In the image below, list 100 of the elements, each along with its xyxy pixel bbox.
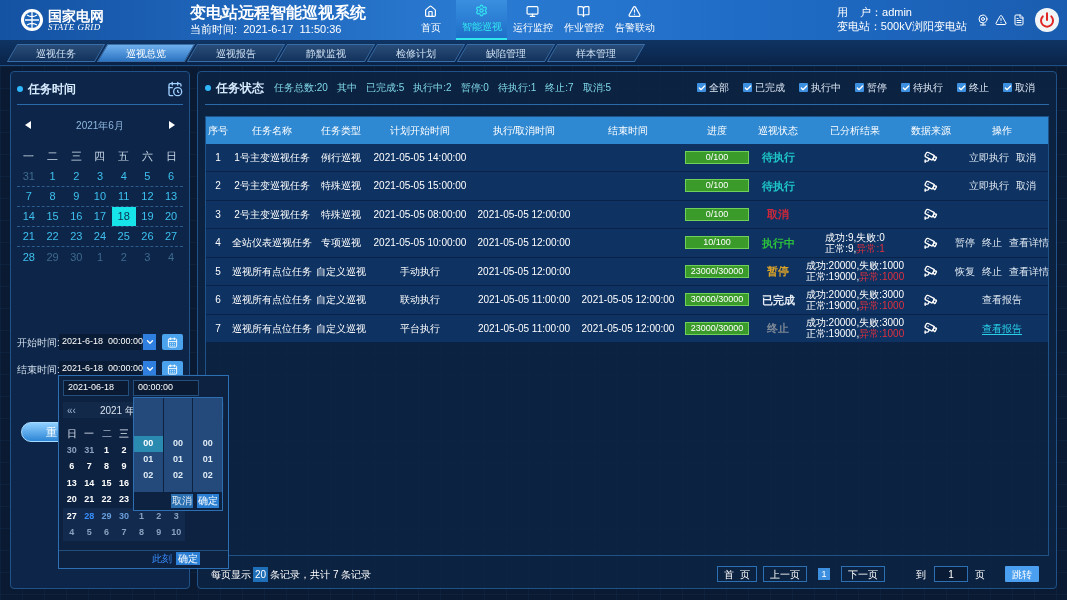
- datetime-field[interactable]: 2021-6-18 00:00:00: [59, 334, 141, 350]
- filter-checkbox[interactable]: [901, 83, 910, 93]
- confirm-button[interactable]: 确定: [176, 552, 200, 565]
- calendar-day[interactable]: 22: [40, 227, 65, 246]
- calendar-day[interactable]: 14: [80, 476, 98, 490]
- first-page-button[interactable]: 首 页: [717, 566, 757, 583]
- time-option[interactable]: 00: [163, 436, 193, 452]
- action-link[interactable]: 终止: [982, 235, 1002, 251]
- time-option[interactable]: 01: [163, 452, 193, 468]
- calendar-day[interactable]: 9: [64, 187, 89, 206]
- calendar-day[interactable]: 19: [135, 207, 160, 226]
- calendar-day[interactable]: 28: [80, 509, 98, 523]
- calendar-day[interactable]: 10: [167, 526, 185, 540]
- calendar-day[interactable]: 3: [167, 509, 185, 523]
- calendar-day[interactable]: 26: [135, 227, 160, 246]
- calendar-day[interactable]: 16: [64, 207, 89, 226]
- time-option[interactable]: 01: [134, 452, 163, 468]
- calendar-day[interactable]: 16: [115, 476, 133, 490]
- calendar-day[interactable]: 4: [111, 167, 136, 186]
- calendar-day[interactable]: 4: [63, 526, 81, 540]
- calendar-day[interactable]: 2: [64, 167, 89, 186]
- calendar-day[interactable]: 8: [132, 526, 151, 540]
- confirm-button[interactable]: 确定: [197, 494, 219, 508]
- time-option[interactable]: 02: [163, 468, 193, 484]
- calendar-day[interactable]: 27: [159, 227, 183, 246]
- calendar-day[interactable]: 1: [40, 167, 65, 186]
- calendar-day[interactable]: 22: [97, 493, 116, 507]
- page-input[interactable]: 1: [934, 566, 968, 583]
- nav-tab[interactable]: 运行监控: [507, 0, 558, 40]
- calendar-day[interactable]: 1: [132, 509, 151, 523]
- calendar-day[interactable]: 13: [63, 476, 81, 490]
- time-option[interactable]: 00: [193, 436, 222, 452]
- calendar-day[interactable]: 1: [97, 443, 116, 457]
- time-option[interactable]: 00: [134, 436, 163, 452]
- tab[interactable]: 缺陷管理: [456, 43, 556, 62]
- calendar-day[interactable]: 9: [150, 526, 168, 540]
- calendar-day[interactable]: 3: [88, 167, 112, 186]
- document-icon[interactable]: [1013, 14, 1025, 26]
- cancel-button[interactable]: 取消: [171, 494, 193, 508]
- calendar-day[interactable]: 5: [80, 526, 98, 540]
- time-option[interactable]: 02: [193, 468, 222, 484]
- calendar-day[interactable]: 7: [80, 460, 98, 474]
- calendar-day[interactable]: 25: [111, 227, 136, 246]
- calendar-day[interactable]: 12: [135, 187, 160, 206]
- calendar-day[interactable]: 20: [63, 493, 81, 507]
- filter-checkbox[interactable]: [855, 83, 864, 93]
- calendar-day[interactable]: 6: [63, 460, 81, 474]
- page-size-field[interactable]: 20: [253, 566, 269, 582]
- calendar-day[interactable]: 20: [159, 207, 183, 226]
- calendar-day[interactable]: 11: [111, 187, 136, 206]
- calendar-icon[interactable]: [167, 81, 183, 97]
- calendar-day[interactable]: 7: [17, 187, 41, 206]
- calendar-day[interactable]: 31: [80, 443, 98, 457]
- action-link[interactable]: 终止: [982, 264, 1002, 279]
- time-option[interactable]: 02: [134, 468, 163, 484]
- nav-tab[interactable]: 告警联动: [609, 0, 660, 40]
- calendar-day[interactable]: 6: [159, 167, 183, 186]
- calendar-day[interactable]: 8: [40, 187, 65, 206]
- calendar-day[interactable]: 13: [159, 187, 183, 206]
- action-link[interactable]: 查看详情: [1009, 235, 1049, 251]
- calendar-day[interactable]: 2: [115, 443, 133, 457]
- action-link[interactable]: 取消: [1015, 150, 1036, 165]
- action-link[interactable]: 恢复: [955, 264, 975, 279]
- warning-icon[interactable]: [995, 14, 1007, 26]
- next-month-icon[interactable]: [169, 121, 175, 129]
- action-link[interactable]: 查看报告: [982, 292, 1022, 308]
- calendar-day[interactable]: 21: [80, 493, 98, 507]
- webcam-icon[interactable]: [977, 14, 989, 26]
- action-link[interactable]: 立即执行: [968, 150, 1009, 165]
- previous-month-icon[interactable]: [25, 121, 31, 129]
- tab[interactable]: 检修计划: [366, 43, 466, 62]
- filter-checkbox[interactable]: [1003, 83, 1012, 93]
- calendar-day[interactable]: 23: [115, 493, 133, 507]
- calendar-day[interactable]: 8: [97, 460, 116, 474]
- action-link[interactable]: 取消: [1015, 178, 1036, 194]
- calendar-day[interactable]: 18: [111, 207, 136, 226]
- calendar-day[interactable]: 17: [88, 207, 112, 226]
- now-link[interactable]: 此刻: [152, 551, 172, 566]
- calendar-day[interactable]: 6: [97, 526, 116, 540]
- calendar-day[interactable]: 27: [63, 509, 81, 523]
- previous-page-button[interactable]: 上一页: [763, 566, 807, 583]
- calendar-day[interactable]: 29: [97, 509, 116, 523]
- calendar-day[interactable]: 21: [17, 227, 41, 246]
- calendar-day[interactable]: 28: [17, 247, 41, 267]
- filter-checkbox[interactable]: [957, 83, 966, 93]
- calendar-day[interactable]: 9: [115, 460, 133, 474]
- calendar-day[interactable]: 23: [64, 227, 89, 246]
- tab[interactable]: 样本管理: [546, 43, 646, 62]
- previous-year-button[interactable]: «‹: [67, 402, 76, 418]
- filter-checkbox[interactable]: [799, 83, 808, 93]
- action-link[interactable]: 查看详情: [1009, 264, 1049, 279]
- calendar-day[interactable]: 30: [115, 509, 133, 523]
- calendar-day[interactable]: 5: [135, 167, 160, 186]
- action-link[interactable]: 查看报告: [982, 321, 1022, 336]
- nav-tab[interactable]: 作业管控: [558, 0, 609, 40]
- tab[interactable]: 巡视报告: [186, 43, 286, 62]
- filter-checkbox[interactable]: [743, 83, 752, 93]
- action-link[interactable]: 立即执行: [968, 178, 1009, 194]
- calendar-day[interactable]: 14: [17, 207, 41, 226]
- action-link[interactable]: 暂停: [955, 235, 975, 251]
